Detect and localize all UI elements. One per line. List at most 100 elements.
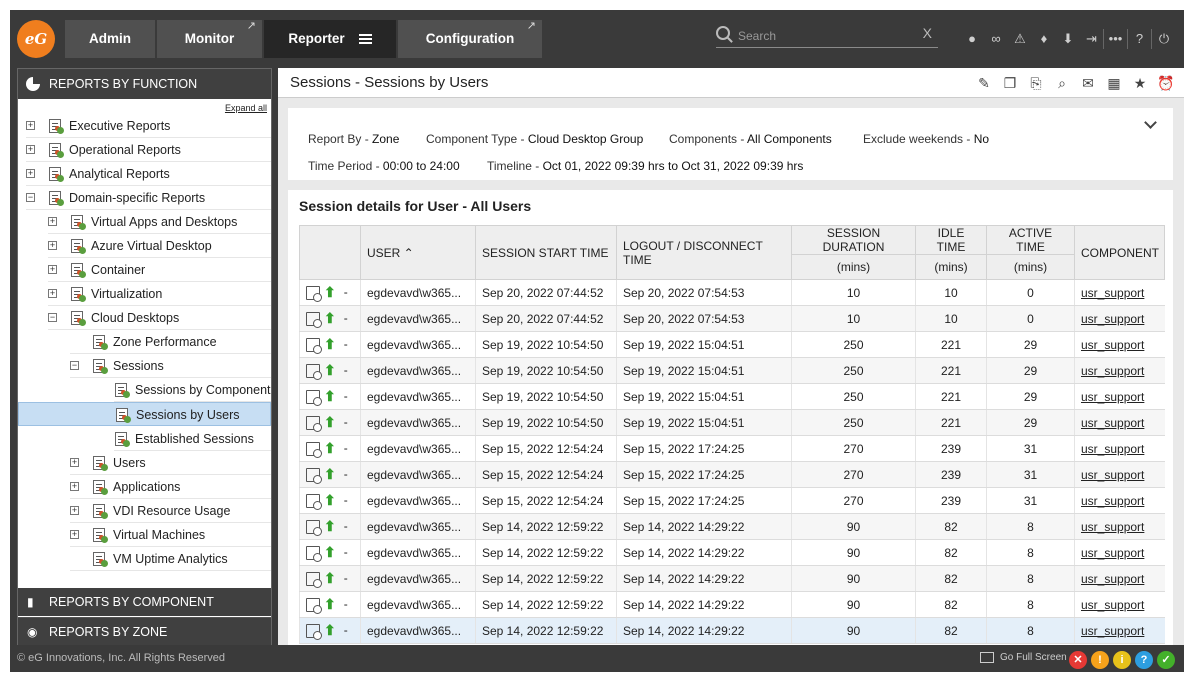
tree-item-applications[interactable]: + Applications xyxy=(70,475,271,499)
active-column-header[interactable]: ACTIVE TIME xyxy=(986,225,1075,255)
clear-search-icon[interactable]: X xyxy=(923,25,932,41)
component-link[interactable]: usr_support xyxy=(1081,442,1144,456)
drilldown-icon[interactable] xyxy=(306,415,322,432)
table-row[interactable]: ⬆ - egdevavd\w365... Sep 14, 2022 12:59:22 S… xyxy=(299,539,1165,566)
drilldown-icon[interactable] xyxy=(306,337,322,354)
component-link[interactable]: usr_support xyxy=(1081,312,1144,326)
collapse-icon[interactable]: − xyxy=(26,193,35,202)
table-row[interactable]: ⬆ - egdevavd\w365... Sep 15, 2022 12:54:24 S… xyxy=(299,487,1165,514)
component-link[interactable]: usr_support xyxy=(1081,494,1144,508)
component-link[interactable]: usr_support xyxy=(1081,546,1144,560)
expand-icon[interactable]: + xyxy=(70,506,79,515)
drilldown-icon[interactable] xyxy=(306,571,322,588)
tree-item-cloud-desktops[interactable]: − Cloud Desktops xyxy=(48,306,271,330)
copy-report-icon[interactable]: ❐ xyxy=(1000,73,1020,93)
tree-item-vm-uptime-analytics[interactable]: VM Uptime Analytics xyxy=(70,547,271,571)
drilldown-icon[interactable] xyxy=(306,311,322,328)
normal-status-icon[interactable]: ✓ xyxy=(1157,651,1175,669)
tree-item-vdi-resource-usage[interactable]: + VDI Resource Usage xyxy=(70,499,271,523)
component-link[interactable]: usr_support xyxy=(1081,416,1144,430)
component-column-header[interactable]: COMPONENT xyxy=(1074,225,1165,280)
tree-item-users[interactable]: + Users xyxy=(70,451,271,475)
arrow-up-icon[interactable]: ⬆ xyxy=(324,492,336,509)
expand-icon[interactable]: + xyxy=(70,530,79,539)
tree-item-operational-reports[interactable]: + Operational Reports xyxy=(26,138,271,162)
drilldown-icon[interactable] xyxy=(306,519,322,536)
tree-item-domain-specific-reports[interactable]: − Domain-specific Reports xyxy=(26,186,271,210)
minor-status-icon[interactable]: i xyxy=(1113,651,1131,669)
component-link[interactable]: usr_support xyxy=(1081,468,1144,482)
expand-icon[interactable]: + xyxy=(48,289,57,298)
component-link[interactable]: usr_support xyxy=(1081,520,1144,534)
table-row[interactable]: ⬆ - egdevavd\w365... Sep 14, 2022 12:59:22 S… xyxy=(299,591,1165,618)
user-icon[interactable]: ● xyxy=(960,29,984,49)
user-column-header[interactable]: USER ⌃ xyxy=(360,225,476,280)
arrow-up-icon[interactable]: ⬆ xyxy=(324,596,336,613)
table-row[interactable]: ⬆ - egdevavd\w365... Sep 19, 2022 10:54:50 S… xyxy=(299,383,1165,410)
search-input[interactable] xyxy=(738,27,908,45)
arrow-up-icon[interactable]: ⬆ xyxy=(324,518,336,535)
tree-item-sessions[interactable]: − Sessions xyxy=(70,354,271,378)
table-row[interactable]: ⬆ - egdevavd\w365... Sep 19, 2022 10:54:50 S… xyxy=(299,409,1165,436)
idle-column-header[interactable]: IDLE TIME xyxy=(915,225,987,255)
table-row[interactable]: ⬆ - egdevavd\w365... Sep 19, 2022 10:54:50 S… xyxy=(299,331,1165,358)
tree-item-zone-performance[interactable]: Zone Performance xyxy=(70,330,271,354)
schedule-alarm-icon[interactable]: ⏰ xyxy=(1156,73,1176,93)
component-link[interactable]: usr_support xyxy=(1081,338,1144,352)
more-icon[interactable]: ••• xyxy=(1104,29,1128,49)
help-icon[interactable]: ? xyxy=(1128,29,1152,49)
table-row[interactable]: ⬆ - egdevavd\w365... Sep 14, 2022 12:59:22 S… xyxy=(299,513,1165,540)
start-column-header[interactable]: SESSION START TIME xyxy=(475,225,617,280)
arrow-up-icon[interactable]: ⬆ xyxy=(324,388,336,405)
preview-icon[interactable]: ⌕ xyxy=(1052,73,1072,93)
chevron-down-icon[interactable] xyxy=(1144,116,1157,129)
tree-item-analytical-reports[interactable]: + Analytical Reports xyxy=(26,162,271,186)
arrow-up-icon[interactable]: ⬆ xyxy=(324,284,336,301)
arrow-up-icon[interactable]: ⬆ xyxy=(324,544,336,561)
nav-tab-monitor[interactable]: Monitor ↗ xyxy=(157,20,262,58)
arrow-up-icon[interactable]: ⬆ xyxy=(324,414,336,431)
unknown-status-icon[interactable]: ? xyxy=(1135,651,1153,669)
link-icon[interactable]: ∞ xyxy=(984,29,1008,49)
reports-by-function-header[interactable]: REPORTS BY FUNCTION xyxy=(18,69,271,99)
tree-item-virtualization[interactable]: + Virtualization xyxy=(48,282,271,306)
expand-icon[interactable]: + xyxy=(26,121,35,130)
table-row[interactable]: ⬆ - egdevavd\w365... Sep 20, 2022 07:44:52 S… xyxy=(299,305,1165,332)
component-link[interactable]: usr_support xyxy=(1081,572,1144,586)
drilldown-icon[interactable] xyxy=(306,285,322,302)
excel-icon[interactable]: ▦ xyxy=(1104,73,1124,93)
major-status-icon[interactable]: ! xyxy=(1091,651,1109,669)
expand-icon[interactable]: + xyxy=(70,482,79,491)
nav-tab-reporter[interactable]: Reporter xyxy=(264,20,396,58)
drilldown-icon[interactable] xyxy=(306,363,322,380)
bell-icon[interactable]: ♦ xyxy=(1032,29,1056,49)
alert-icon[interactable]: ⚠ xyxy=(1008,29,1032,49)
arrow-up-icon[interactable]: ⬆ xyxy=(324,570,336,587)
table-row[interactable]: ⬆ - egdevavd\w365... Sep 14, 2022 12:59:22 S… xyxy=(299,565,1165,592)
nav-tab-configuration[interactable]: Configuration ↗ xyxy=(398,20,542,58)
edit-report-icon[interactable]: ✎ xyxy=(974,73,994,93)
drilldown-icon[interactable] xyxy=(306,623,322,640)
tree-item-virtual-apps[interactable]: + Virtual Apps and Desktops xyxy=(48,210,271,234)
drilldown-icon[interactable] xyxy=(306,441,322,458)
export-file-icon[interactable]: ⎘ xyxy=(1026,73,1046,93)
full-screen-button[interactable]: Go Full Screen xyxy=(980,652,1067,663)
table-row[interactable]: ⬆ - egdevavd\w365... Sep 15, 2022 12:54:24 S… xyxy=(299,461,1165,488)
collapse-icon[interactable]: − xyxy=(70,361,79,370)
table-row[interactable]: ⬆ - egdevavd\w365... Sep 19, 2022 10:54:50 S… xyxy=(299,357,1165,384)
sign-in-icon[interactable]: ⇥ xyxy=(1080,29,1104,49)
arrow-up-icon[interactable]: ⬆ xyxy=(324,362,336,379)
tree-item-container[interactable]: + Container xyxy=(48,258,271,282)
component-link[interactable]: usr_support xyxy=(1081,286,1144,300)
drilldown-icon[interactable] xyxy=(306,493,322,510)
eg-logo[interactable]: eG xyxy=(17,20,55,58)
component-link[interactable]: usr_support xyxy=(1081,598,1144,612)
tree-item-established-sessions[interactable]: Established Sessions xyxy=(114,427,271,451)
hamburger-menu-icon[interactable] xyxy=(358,32,372,46)
favorite-star-icon[interactable]: ★ xyxy=(1130,73,1150,93)
tree-item-azure-virtual-desktop[interactable]: + Azure Virtual Desktop xyxy=(48,234,271,258)
tree-item-sessions-by-users[interactable]: Sessions by Users xyxy=(18,402,271,426)
arrow-up-icon[interactable]: ⬆ xyxy=(324,310,336,327)
arrow-up-icon[interactable]: ⬆ xyxy=(324,440,336,457)
collapse-icon[interactable]: − xyxy=(48,313,57,322)
